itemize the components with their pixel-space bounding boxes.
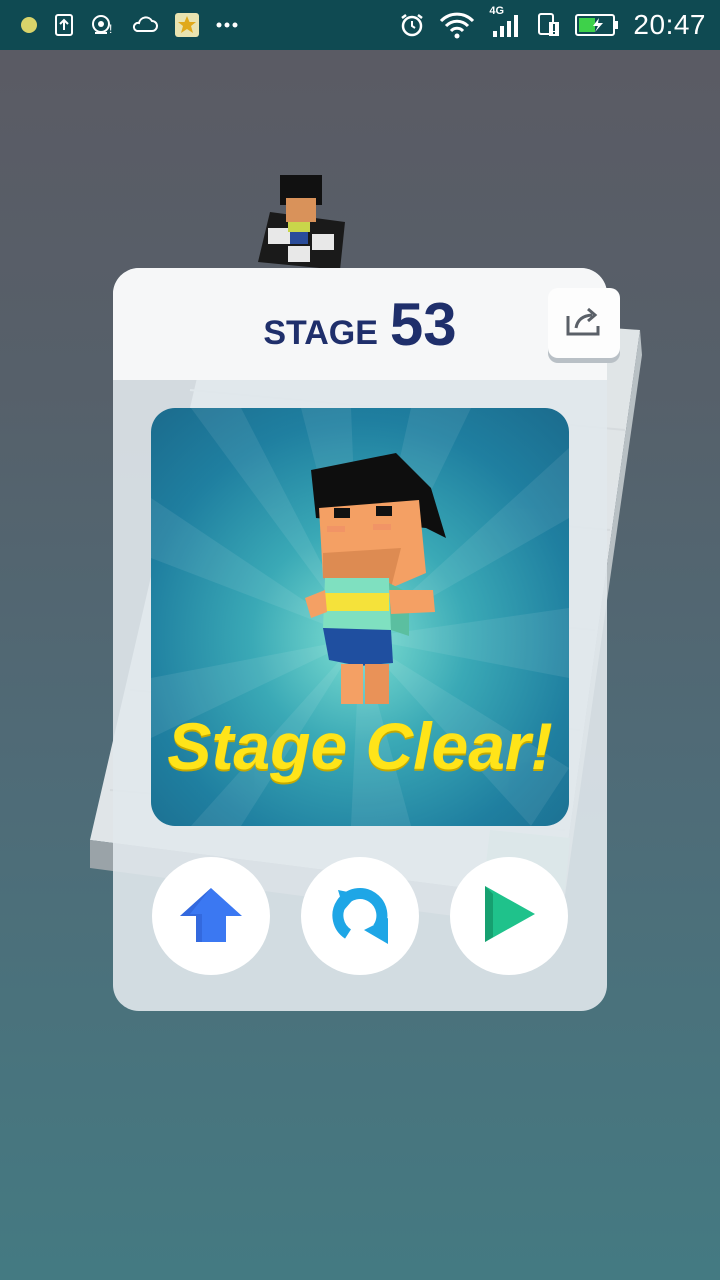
more-icon [216,20,238,30]
dot-icon [20,16,38,34]
play-next-icon [479,882,539,951]
upload-icon [54,13,74,37]
svg-text:!: ! [109,22,112,36]
stage-number: 53 [389,290,457,358]
next-stage-button[interactable] [450,857,568,975]
home-arrow-icon [178,884,244,949]
battery-icon [575,13,619,37]
signal-icon: 4G [489,5,523,39]
restart-button[interactable] [301,857,419,975]
stage-clear-text: Stage Clear! [167,709,553,783]
status-time: 20:47 [633,9,706,40]
app-star-icon [174,12,200,38]
sim-alert-icon [537,12,561,38]
wifi-icon [439,11,475,39]
share-button[interactable] [548,288,620,358]
network-label: 4G [489,5,505,17]
restart-icon [328,882,392,951]
share-icon [564,304,604,343]
result-card: Stage Clear! [151,408,569,826]
hotspot-icon: ! [90,13,116,37]
dialog-header: STAGE 53 [113,268,607,380]
home-button[interactable] [152,857,270,975]
status-bar: ! 4G 20:47 [0,0,720,50]
weather-icon [132,13,158,37]
alarm-icon [399,12,425,38]
stage-label: STAGE [263,313,378,352]
stage-clear-dialog: STAGE 53 Stage Clear! [113,268,620,1011]
